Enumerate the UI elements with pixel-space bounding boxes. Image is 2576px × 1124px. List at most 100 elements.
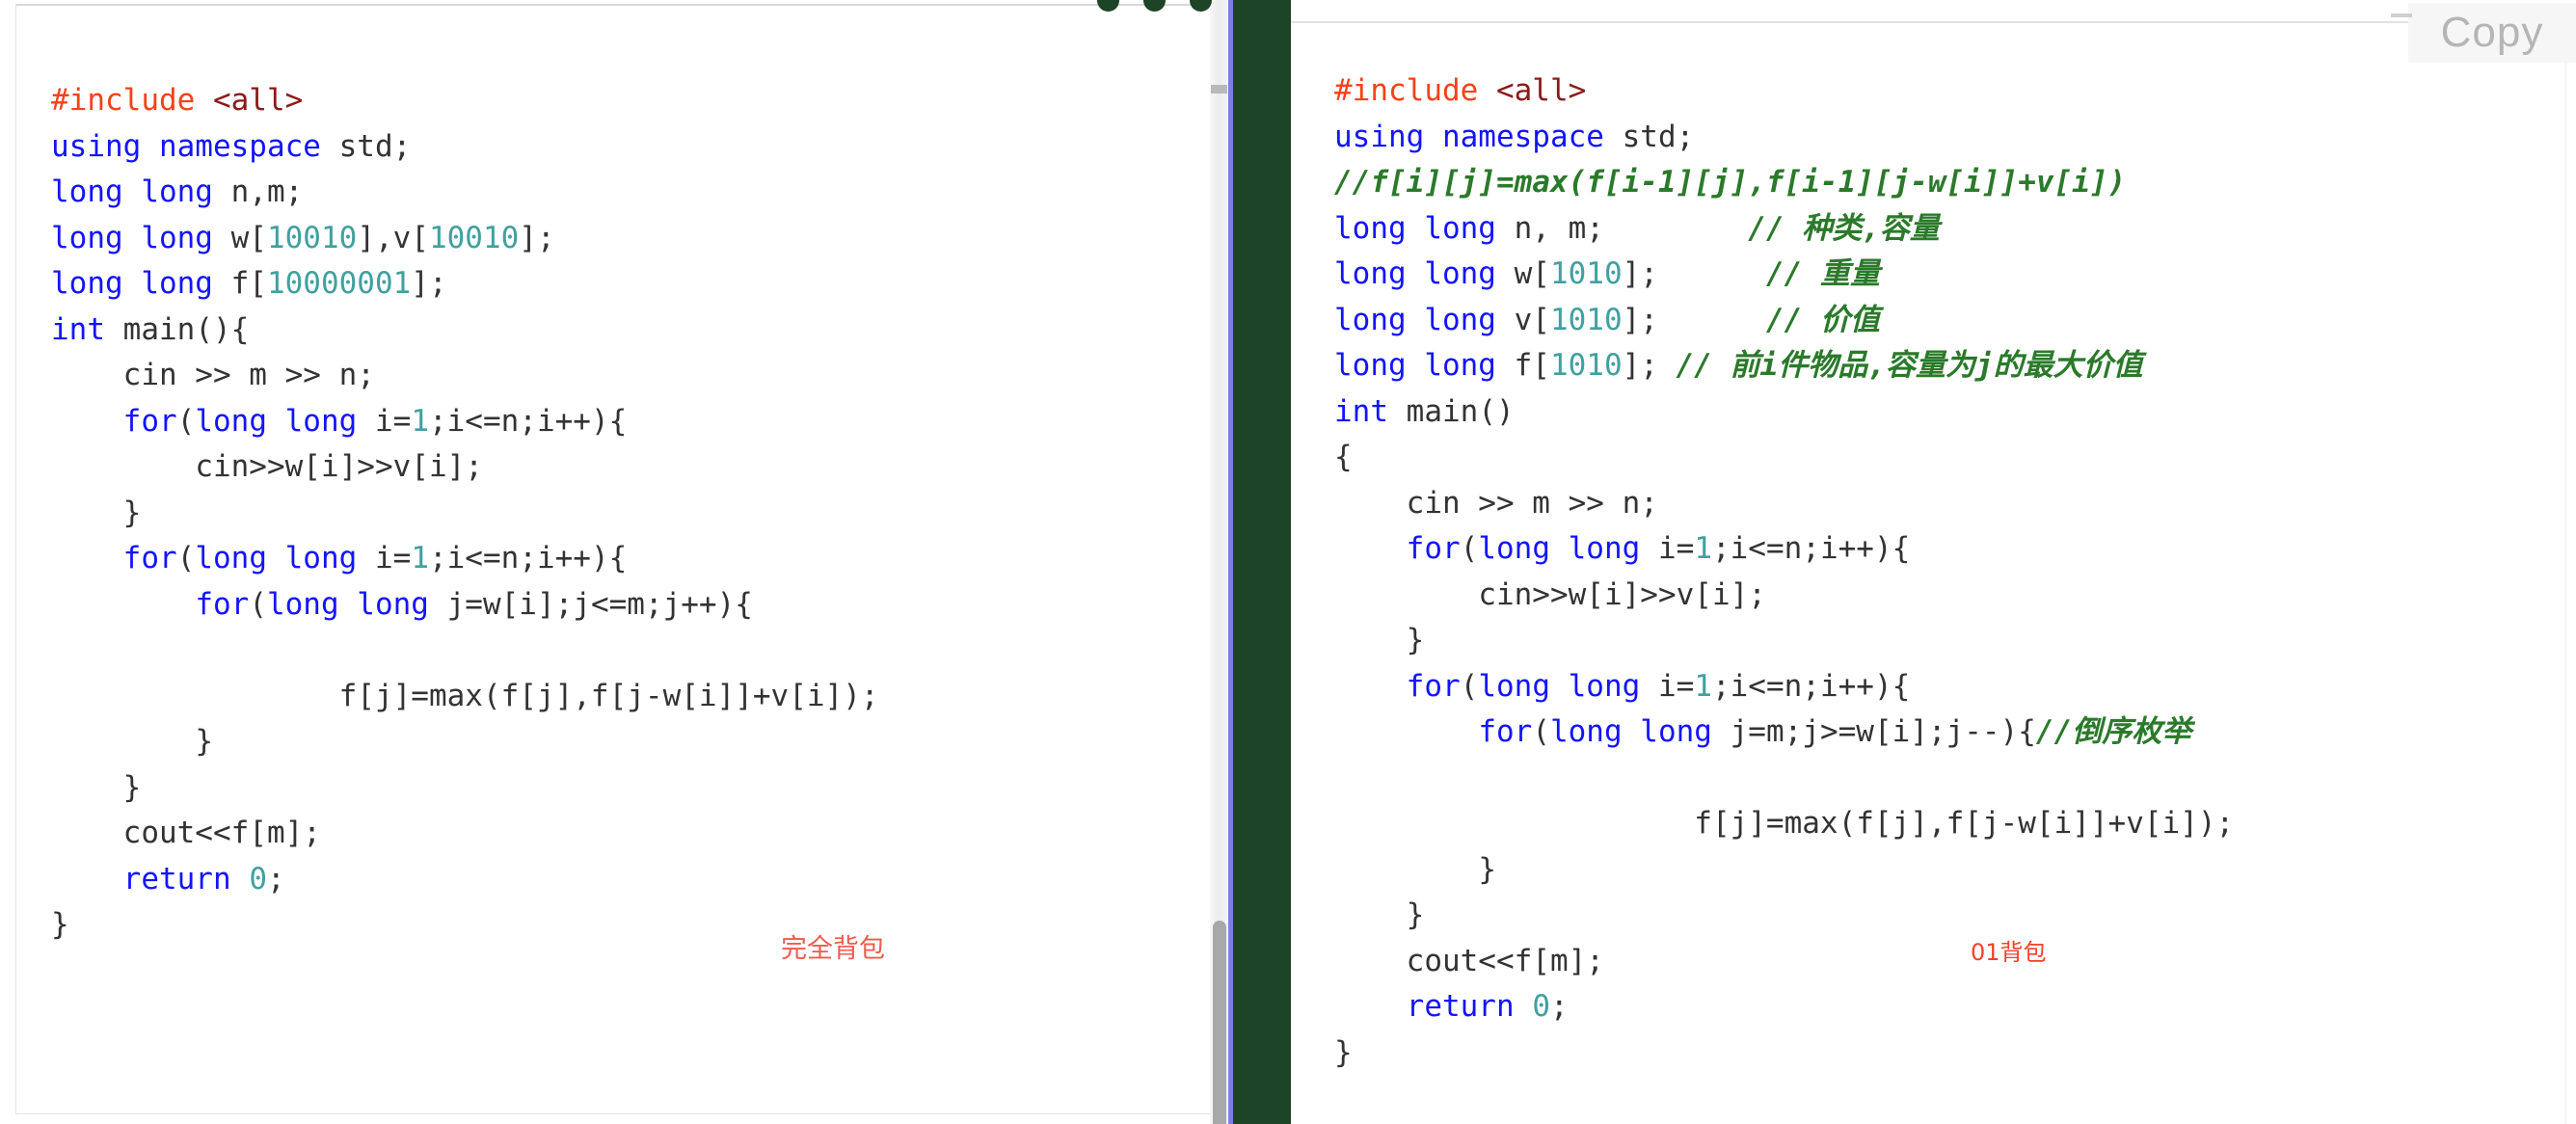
code-token: i= bbox=[357, 403, 412, 439]
code-token: ]; bbox=[1622, 256, 1658, 291]
code-line: } bbox=[1334, 897, 1425, 932]
code-token: using namespace bbox=[1334, 119, 1604, 154]
code-line: } bbox=[51, 495, 142, 530]
code-token: n,m; bbox=[212, 174, 304, 209]
code-token: } bbox=[1406, 897, 1425, 932]
code-line: } bbox=[51, 769, 142, 805]
code-line: cin >> m >> n; bbox=[1334, 486, 1658, 521]
left-panel-annotation: 完全背包 bbox=[781, 934, 885, 964]
code-token: ]; bbox=[1622, 348, 1677, 383]
code-line: cin >> m >> n; bbox=[51, 358, 375, 392]
code-token: <all> bbox=[1495, 73, 1587, 108]
code-token: return bbox=[1406, 989, 1515, 1024]
code-token: main() bbox=[1388, 393, 1515, 429]
code-token: ( bbox=[1460, 668, 1479, 704]
code-token: ;i<=n;i++){ bbox=[428, 541, 628, 575]
code-line: return 0; bbox=[51, 862, 285, 897]
code-token: 1010 bbox=[1549, 256, 1623, 291]
code-token: 0 bbox=[249, 861, 267, 897]
code-token: long long bbox=[266, 586, 429, 622]
code-token: ;i<=n;i++){ bbox=[1711, 668, 1911, 704]
code-token: std; bbox=[1603, 119, 1695, 154]
code-token: int bbox=[1334, 393, 1388, 429]
code-token: 1 bbox=[411, 403, 429, 439]
code-line: for(long long j=m;j>=w[i];j--){//倒序枚举 bbox=[1334, 714, 2191, 749]
code-line: f[j]=max(f[j],f[j-w[i]]+v[i]); bbox=[51, 679, 879, 713]
copy-button-rule bbox=[2391, 13, 2412, 17]
code-token: v[ bbox=[1495, 302, 1550, 337]
code-line: } bbox=[1334, 1035, 1353, 1070]
left-scrollbar-marker[interactable] bbox=[1211, 85, 1227, 94]
code-token: f[ bbox=[212, 266, 267, 301]
code-line: for(long long i=1;i<=n;i++){ bbox=[51, 403, 628, 439]
code-token: long long bbox=[195, 541, 358, 575]
code-token: long long bbox=[1549, 714, 1712, 749]
left-scrollbar-thumb[interactable] bbox=[1213, 921, 1226, 1124]
code-token: ]; bbox=[411, 266, 447, 301]
code-token: int bbox=[51, 311, 105, 347]
code-token: i= bbox=[357, 541, 412, 575]
code-line: long long w[1010]; // 重量 bbox=[1334, 256, 1880, 291]
code-line: long long n,m; bbox=[51, 174, 303, 209]
code-line: #include <all> bbox=[1334, 73, 1586, 108]
code-token: for bbox=[1406, 668, 1461, 704]
code-token: long long bbox=[51, 174, 213, 209]
code-token: //倒序枚举 bbox=[2035, 714, 2192, 749]
right-code-block[interactable]: #include <all> using namespace std; //f[… bbox=[1334, 68, 2234, 1076]
code-token: ( bbox=[176, 541, 196, 575]
right-scrollbar-track[interactable] bbox=[2565, 23, 2576, 1124]
code-line: for(long long i=1;i<=n;i++){ bbox=[1334, 531, 1911, 566]
left-code-block[interactable]: #include <all> using namespace std; long… bbox=[51, 78, 879, 949]
code-token: 1010 bbox=[1549, 302, 1623, 337]
code-token: ( bbox=[1532, 714, 1550, 749]
window-dot-icon[interactable] bbox=[1143, 0, 1166, 12]
code-token: 10000001 bbox=[266, 266, 412, 301]
code-token: } bbox=[1478, 851, 1496, 887]
code-token: cin >> m >> n; bbox=[1406, 485, 1658, 521]
code-token: } bbox=[122, 495, 142, 530]
code-token: j=m;j>=w[i];j--){ bbox=[1711, 714, 2036, 749]
code-token: main(){ bbox=[105, 311, 250, 347]
code-token: long long bbox=[1478, 668, 1641, 704]
code-token: <all> bbox=[212, 83, 304, 118]
code-token: 10010 bbox=[266, 220, 358, 255]
window-dot-icon[interactable] bbox=[1097, 0, 1119, 12]
code-token: ]; bbox=[519, 220, 555, 255]
code-token: // 种类,容量 bbox=[1748, 210, 1940, 246]
code-token: for bbox=[122, 541, 177, 575]
code-token: 0 bbox=[1532, 989, 1550, 1024]
code-token: w[ bbox=[212, 220, 267, 255]
code-token: for bbox=[122, 403, 177, 439]
code-token: } bbox=[122, 769, 142, 805]
code-token: w[ bbox=[1495, 256, 1550, 291]
code-token: for bbox=[1406, 531, 1461, 566]
code-token: ;i<=n;i++){ bbox=[1711, 531, 1911, 566]
right-code-panel: #include <all> using namespace std; //f[… bbox=[1291, 0, 2576, 1124]
window-dot-icon[interactable] bbox=[1190, 0, 1212, 12]
code-token: cin>>w[i]>>v[i]; bbox=[195, 449, 483, 484]
code-token: cin >> m >> n; bbox=[122, 358, 375, 392]
left-code-panel: #include <all> using namespace std; long… bbox=[15, 4, 1226, 1114]
code-token: i= bbox=[1640, 668, 1695, 704]
code-token: 1 bbox=[1694, 531, 1712, 566]
code-token: f[j]=max(f[j],f[j-w[i]]+v[i]); bbox=[338, 678, 879, 713]
code-token: long long bbox=[1334, 210, 1496, 246]
code-token: // 价值 bbox=[1765, 302, 1880, 337]
code-token: j=w[i];j<=m;j++){ bbox=[428, 586, 753, 622]
code-token: f[j]=max(f[j],f[j-w[i]]+v[i]); bbox=[1694, 806, 2235, 841]
code-token: 1 bbox=[1694, 668, 1712, 704]
code-token: long long bbox=[51, 266, 213, 301]
right-panel-top-rule bbox=[1291, 21, 2569, 23]
code-token: 1010 bbox=[1549, 348, 1623, 383]
copy-button[interactable]: Copy bbox=[2408, 3, 2576, 63]
code-line: cout<<f[m]; bbox=[51, 816, 321, 850]
code-token: return bbox=[122, 861, 231, 897]
code-line: } bbox=[51, 724, 213, 759]
code-line: } bbox=[1334, 852, 1496, 887]
code-line: } bbox=[51, 907, 69, 942]
